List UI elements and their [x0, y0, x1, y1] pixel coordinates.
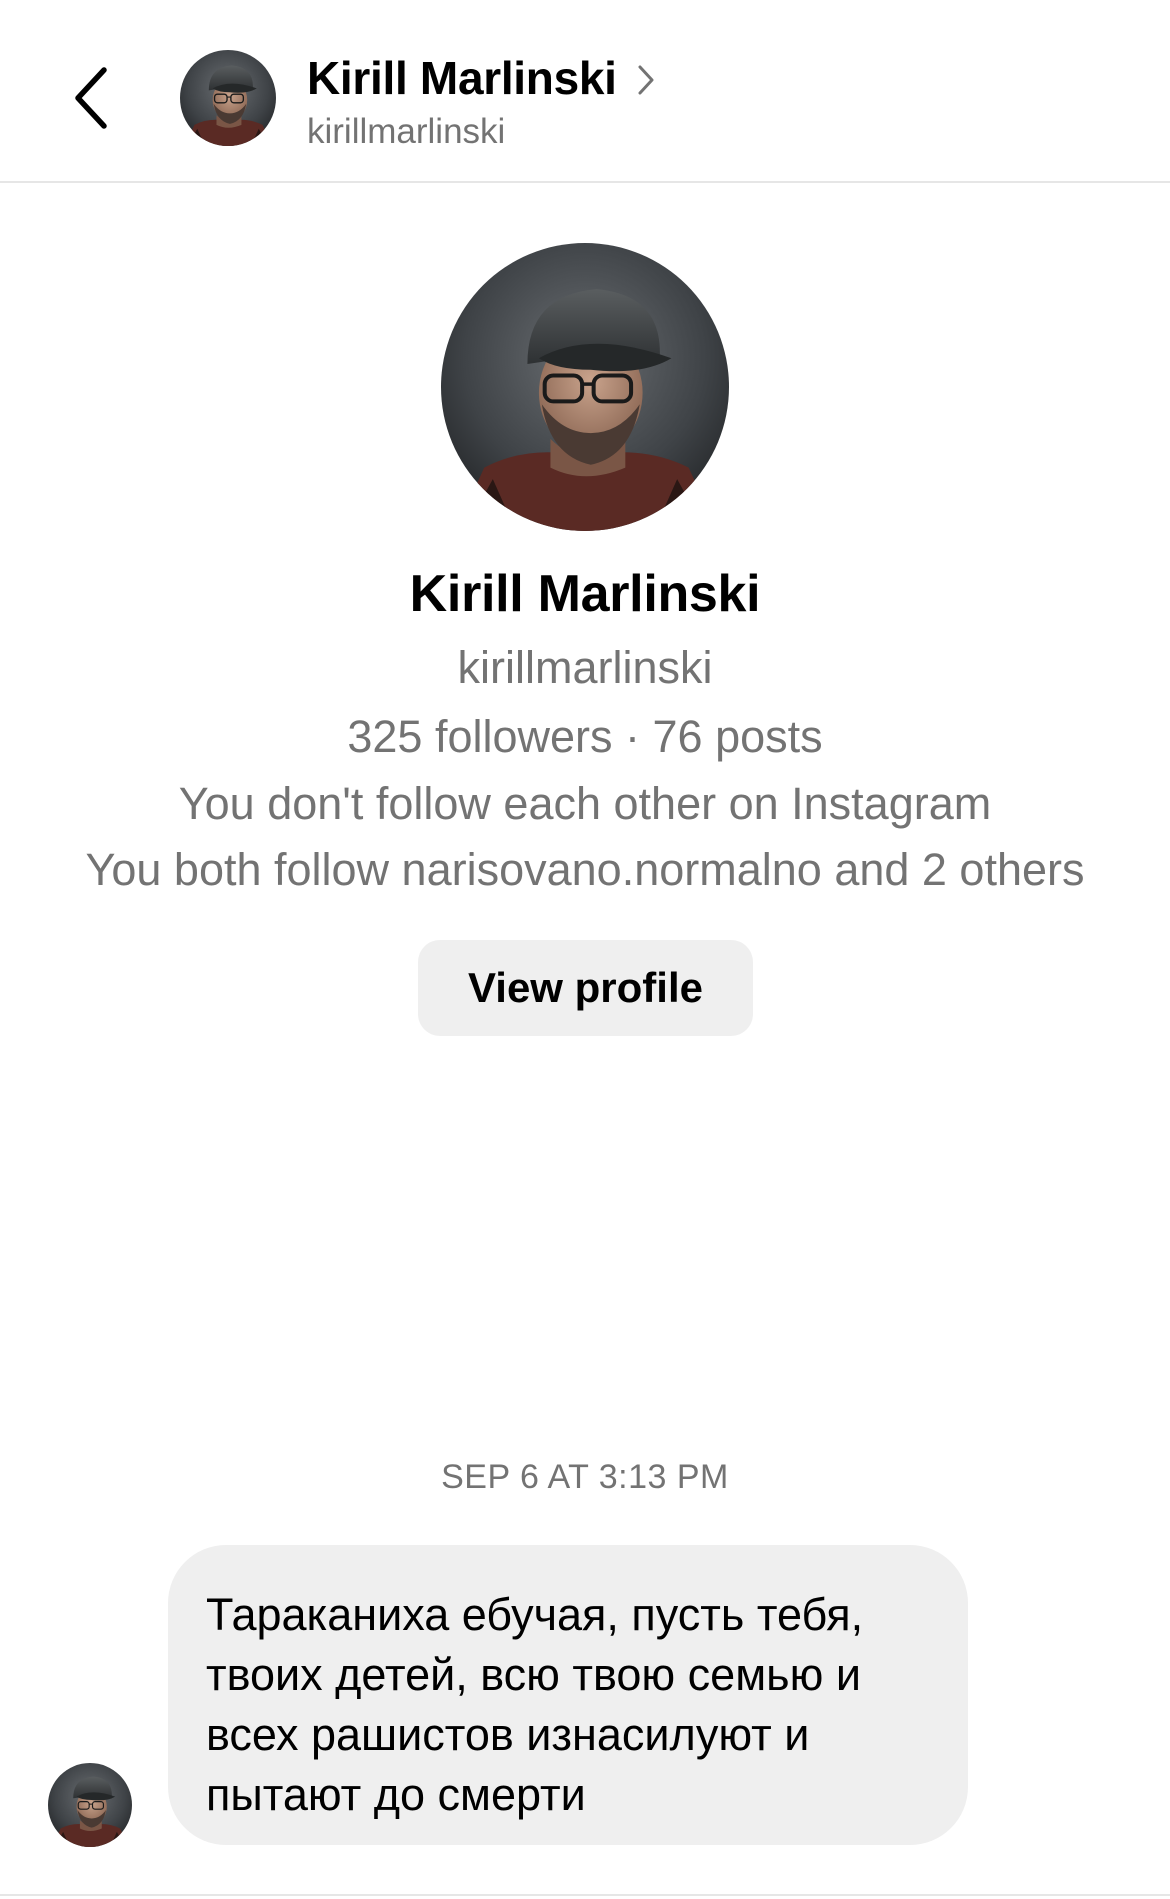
- profile-name: Kirill Marlinski: [409, 565, 761, 623]
- header-username: kirillmarlinski: [307, 112, 506, 151]
- chat-screen: Kirill Marlinski kirillmarlinski Kirill …: [0, 0, 1170, 1899]
- divider: [0, 1894, 1170, 1896]
- sender-avatar[interactable]: [48, 1763, 132, 1847]
- profile-avatar[interactable]: [441, 243, 729, 531]
- profile-stats: 325 followers · 76 posts: [347, 711, 823, 762]
- chevron-left-icon: [75, 67, 107, 129]
- back-button[interactable]: [62, 58, 122, 138]
- view-profile-button[interactable]: View profile: [418, 940, 753, 1036]
- header-display-name: Kirill Marlinski: [307, 52, 617, 104]
- message-timestamp: SEP 6 AT 3:13 PM: [441, 1458, 729, 1496]
- follow-status-text: You don't follow each other on Instagram: [178, 778, 992, 829]
- profile-username: kirillmarlinski: [457, 642, 713, 693]
- message-text: Тараканиха ебучая, пусть тебя, твоих дет…: [206, 1589, 864, 1820]
- mutual-followers-text: You both follow narisovano.normalno and …: [85, 844, 1085, 895]
- chat-header: Kirill Marlinski kirillmarlinski: [0, 0, 1170, 183]
- header-profile-link[interactable]: Kirill Marlinski: [307, 48, 655, 108]
- message-bubble[interactable]: Тараканиха ебучая, пусть тебя, твоих дет…: [168, 1545, 968, 1845]
- header-avatar[interactable]: [180, 50, 276, 146]
- chevron-right-icon: [638, 65, 654, 95]
